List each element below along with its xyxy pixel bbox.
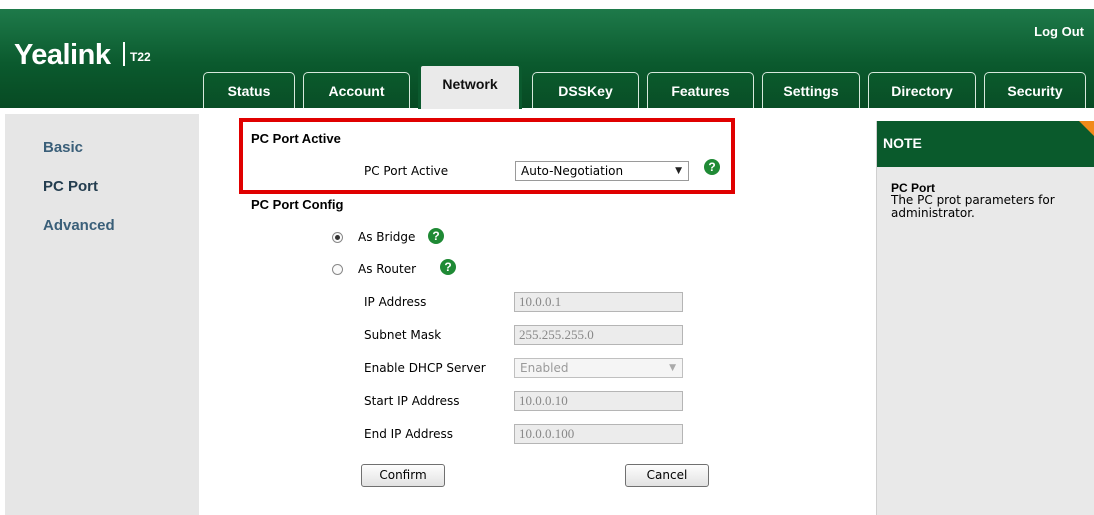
note-title: NOTE xyxy=(883,135,922,151)
note-text: The PC prot parameters for administrator… xyxy=(891,193,1055,220)
enable-dhcp-select[interactable]: Enabled ▼ xyxy=(514,358,683,378)
tab-network[interactable]: Network xyxy=(418,63,522,109)
subnet-mask-label: Subnet Mask xyxy=(364,328,442,342)
as-bridge-label: As Bridge xyxy=(358,230,416,244)
start-ip-field[interactable]: 10.0.0.10 xyxy=(514,391,683,411)
help-icon[interactable]: ? xyxy=(428,228,444,244)
tab-security[interactable]: Security xyxy=(984,72,1086,108)
ip-address-field[interactable]: 10.0.0.1 xyxy=(514,292,683,312)
section-title-pc-port-config: PC Port Config xyxy=(251,197,344,212)
model-label: T22 xyxy=(123,42,151,66)
tab-directory[interactable]: Directory xyxy=(868,72,976,108)
start-ip-label: Start IP Address xyxy=(364,394,460,408)
logout-link[interactable]: Log Out xyxy=(1034,24,1084,39)
subnet-mask-field[interactable]: 255.255.255.0 xyxy=(514,325,683,345)
sidebar-item-pc-port[interactable]: PC Port xyxy=(43,178,98,195)
tab-status[interactable]: Status xyxy=(203,72,295,108)
enable-dhcp-value: Enabled xyxy=(520,361,569,375)
yealink-logo: Yealink xyxy=(14,39,111,71)
confirm-button[interactable]: Confirm xyxy=(361,464,445,487)
tab-features[interactable]: Features xyxy=(647,72,754,108)
chevron-down-icon: ▼ xyxy=(669,363,676,373)
cancel-button[interactable]: Cancel xyxy=(625,464,709,487)
corner-triangle-icon xyxy=(1079,121,1094,137)
highlight-box xyxy=(239,118,735,194)
ip-address-label: IP Address xyxy=(364,295,427,309)
enable-dhcp-label: Enable DHCP Server xyxy=(364,361,486,375)
note-header: NOTE xyxy=(877,121,1094,167)
tab-account[interactable]: Account xyxy=(303,72,410,108)
sidebar-item-advanced[interactable]: Advanced xyxy=(43,217,115,234)
tab-settings[interactable]: Settings xyxy=(762,72,860,108)
as-router-radio[interactable] xyxy=(332,264,343,275)
sidebar: Basic PC Port Advanced xyxy=(5,114,199,515)
note-panel: NOTE PC Port The PC prot parameters for … xyxy=(876,121,1094,515)
tab-dsskey[interactable]: DSSKey xyxy=(532,72,639,108)
help-icon[interactable]: ? xyxy=(440,259,456,275)
as-bridge-radio[interactable] xyxy=(332,232,343,243)
top-strip xyxy=(0,0,1094,9)
end-ip-field[interactable]: 10.0.0.100 xyxy=(514,424,683,444)
as-router-label: As Router xyxy=(358,262,417,276)
sidebar-item-basic[interactable]: Basic xyxy=(43,139,83,156)
end-ip-label: End IP Address xyxy=(364,427,453,441)
